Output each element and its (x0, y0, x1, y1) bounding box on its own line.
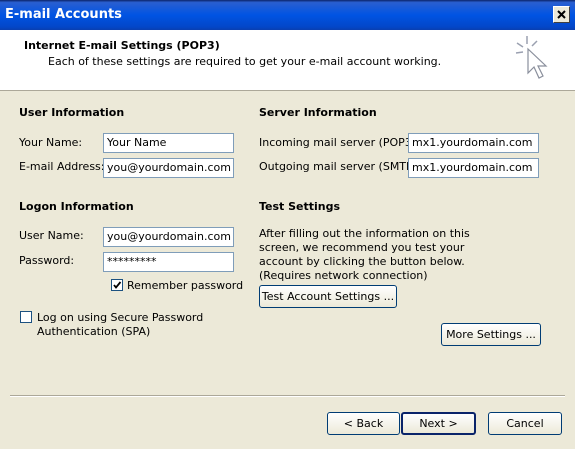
email-address-input[interactable]: you@yourdomain.com (103, 158, 234, 178)
header-title: Internet E-mail Settings (POP3) (24, 39, 220, 52)
password-input[interactable]: ********* (103, 252, 234, 272)
header-subtitle: Each of these settings are required to g… (48, 55, 442, 68)
spa-checkbox[interactable] (20, 311, 32, 323)
your-name-label: Your Name: (19, 136, 83, 149)
test-settings-description: After filling out the information on thi… (259, 227, 470, 282)
password-label: Password: (19, 254, 75, 267)
test-account-settings-button[interactable]: Test Account Settings ... (259, 285, 397, 308)
close-button[interactable] (553, 6, 570, 23)
remember-password-checkbox[interactable] (111, 279, 123, 291)
user-name-label: User Name: (19, 229, 84, 242)
user-name-input[interactable]: you@yourdomain.com (103, 227, 234, 247)
next-button[interactable]: Next > (401, 412, 476, 435)
back-button[interactable]: < Back (327, 412, 400, 435)
incoming-server-label: Incoming mail server (POP3): (259, 136, 420, 149)
incoming-server-input[interactable]: mx1.yourdomain.com (408, 133, 539, 153)
close-icon (557, 10, 566, 19)
server-information-heading: Server Information (259, 106, 377, 119)
more-settings-button[interactable]: More Settings ... (441, 323, 541, 346)
email-address-label: E-mail Address: (19, 160, 105, 173)
user-information-heading: User Information (19, 106, 125, 119)
email-accounts-window: E-mail Accounts Internet E-mail Settings… (0, 0, 575, 449)
title-bar[interactable]: E-mail Accounts (0, 0, 575, 30)
checkmark-icon (113, 281, 122, 289)
outgoing-server-label: Outgoing mail server (SMTP): (259, 160, 421, 173)
test-settings-heading: Test Settings (259, 200, 341, 213)
spa-label-line2[interactable]: Authentication (SPA) (37, 325, 150, 338)
your-name-input[interactable]: Your Name (103, 133, 234, 153)
logon-information-heading: Logon Information (19, 200, 134, 213)
outgoing-server-input[interactable]: mx1.yourdomain.com (408, 158, 539, 178)
wizard-header: Internet E-mail Settings (POP3) Each of … (0, 30, 575, 91)
window-title: E-mail Accounts (5, 7, 122, 22)
footer-separator (10, 395, 565, 397)
cursor-sparkle-icon (515, 36, 548, 79)
cancel-button[interactable]: Cancel (488, 412, 562, 435)
spa-label-line1[interactable]: Log on using Secure Password (37, 311, 203, 324)
remember-password-label[interactable]: Remember password (127, 279, 243, 292)
